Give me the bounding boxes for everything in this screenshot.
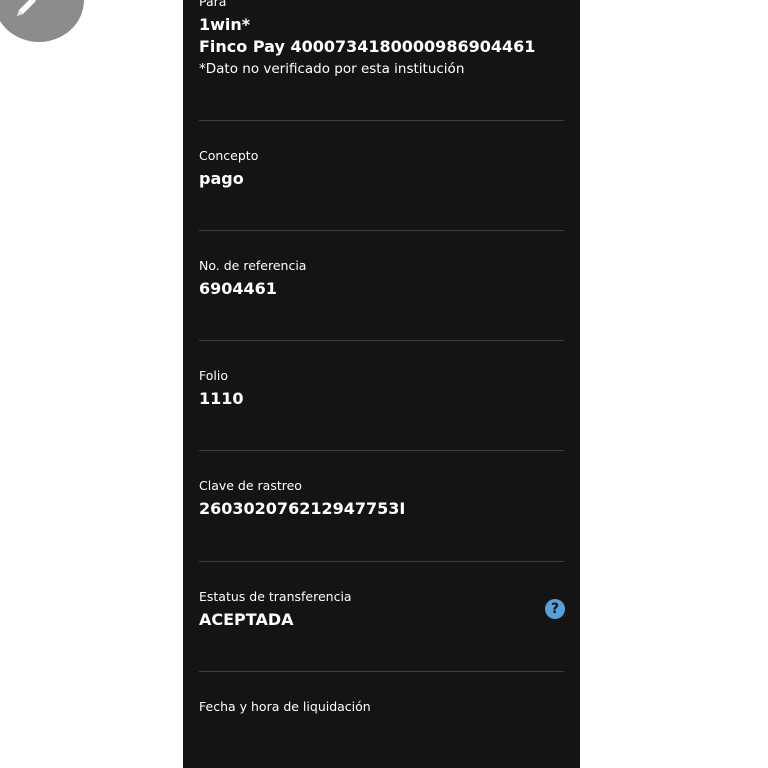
transfer-status-value: ACEPTADA bbox=[199, 610, 294, 629]
destination-account: Finco Pay 4000734180000986904461 bbox=[199, 37, 536, 56]
settlement-field: Fecha y hora de liquidación bbox=[199, 699, 564, 715]
transfer-status-field: Estatus de transferencia ACEPTADA bbox=[199, 589, 564, 631]
reference-value: 6904461 bbox=[199, 279, 277, 298]
divider bbox=[199, 340, 564, 341]
divider bbox=[199, 671, 564, 672]
divider bbox=[199, 230, 564, 231]
tracking-key-value: 260302076212947753I bbox=[199, 499, 406, 518]
divider bbox=[199, 450, 564, 451]
transfer-status-label: Estatus de transferencia bbox=[199, 589, 352, 604]
divider bbox=[199, 120, 564, 121]
pencil-icon bbox=[17, 0, 36, 16]
settlement-label: Fecha y hora de liquidación bbox=[199, 699, 371, 714]
edit-button[interactable] bbox=[0, 0, 84, 42]
reference-field: No. de referencia 6904461 bbox=[199, 258, 564, 300]
concept-label: Concepto bbox=[199, 148, 259, 163]
divider bbox=[199, 561, 564, 562]
reference-label: No. de referencia bbox=[199, 258, 307, 273]
destination-name: 1win* bbox=[199, 15, 251, 34]
folio-label: Folio bbox=[199, 368, 228, 383]
destination-field: Para 1win* Finco Pay 4000734180000986904… bbox=[199, 0, 564, 79]
concept-value: pago bbox=[199, 169, 244, 188]
screen: Para 1win* Finco Pay 4000734180000986904… bbox=[0, 0, 768, 768]
concept-field: Concepto pago bbox=[199, 148, 564, 190]
destination-label: Para bbox=[199, 0, 227, 9]
destination-note: *Dato no verificado por esta institución bbox=[199, 61, 465, 77]
folio-value: 1110 bbox=[199, 389, 244, 408]
transfer-details-panel: Para 1win* Finco Pay 4000734180000986904… bbox=[183, 0, 580, 768]
tracking-key-label: Clave de rastreo bbox=[199, 478, 302, 493]
question-circle-icon[interactable]: ? bbox=[545, 599, 565, 619]
tracking-key-field: Clave de rastreo 260302076212947753I bbox=[199, 478, 564, 520]
folio-field: Folio 1110 bbox=[199, 368, 564, 410]
